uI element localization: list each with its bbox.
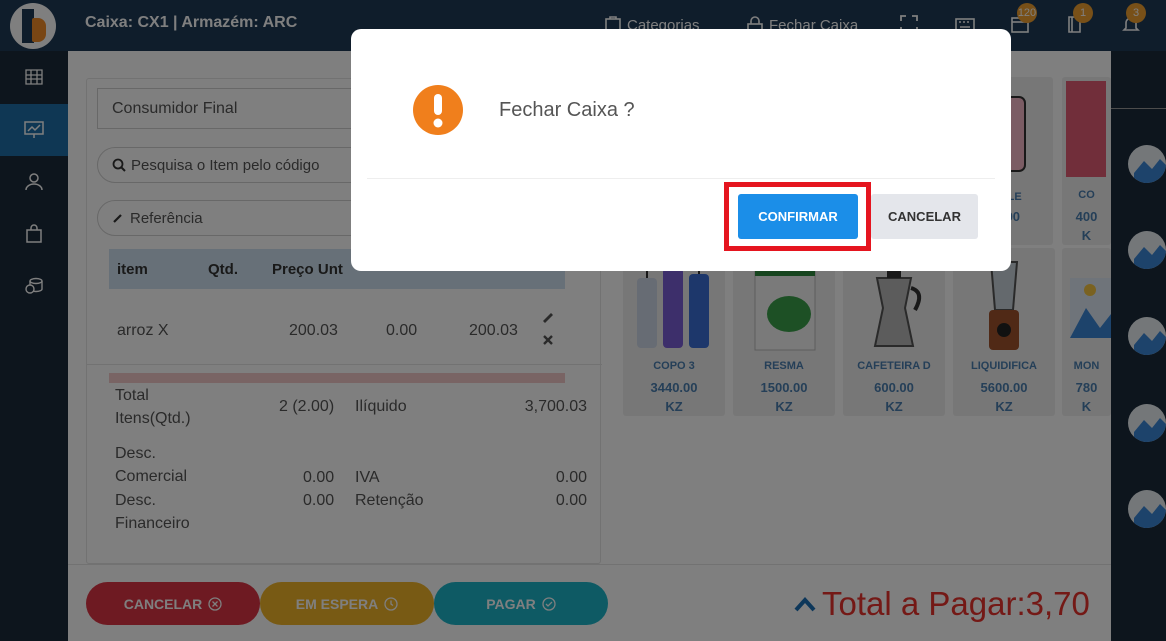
close-cash-dialog: Fechar Caixa ? CONFIRMAR CANCELAR <box>351 29 1011 271</box>
confirm-button[interactable]: CONFIRMAR <box>738 194 858 239</box>
dialog-title: Fechar Caixa ? <box>499 99 635 121</box>
cancel-button[interactable]: CANCELAR <box>871 194 978 239</box>
warning-icon <box>413 85 463 135</box>
divider <box>367 178 995 179</box>
